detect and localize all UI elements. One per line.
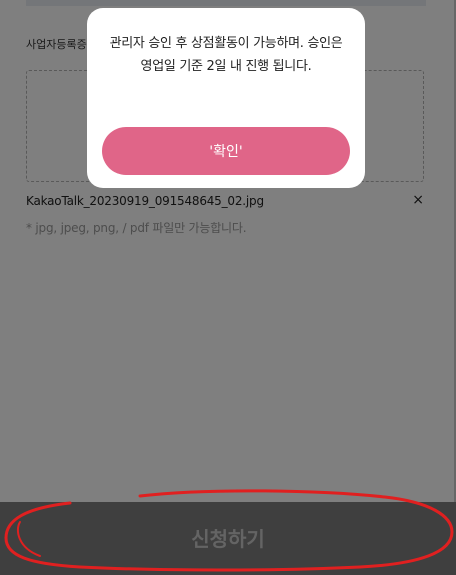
modal-message: 관리자 승인 후 상점활동이 가능하며. 승인은 영업일 기준 2일 내 진행 … bbox=[109, 36, 343, 74]
approval-notice-modal: 관리자 승인 후 상점활동이 가능하며. 승인은 영업일 기준 2일 내 진행 … bbox=[87, 8, 365, 188]
confirm-button[interactable]: '확인' bbox=[102, 127, 350, 175]
